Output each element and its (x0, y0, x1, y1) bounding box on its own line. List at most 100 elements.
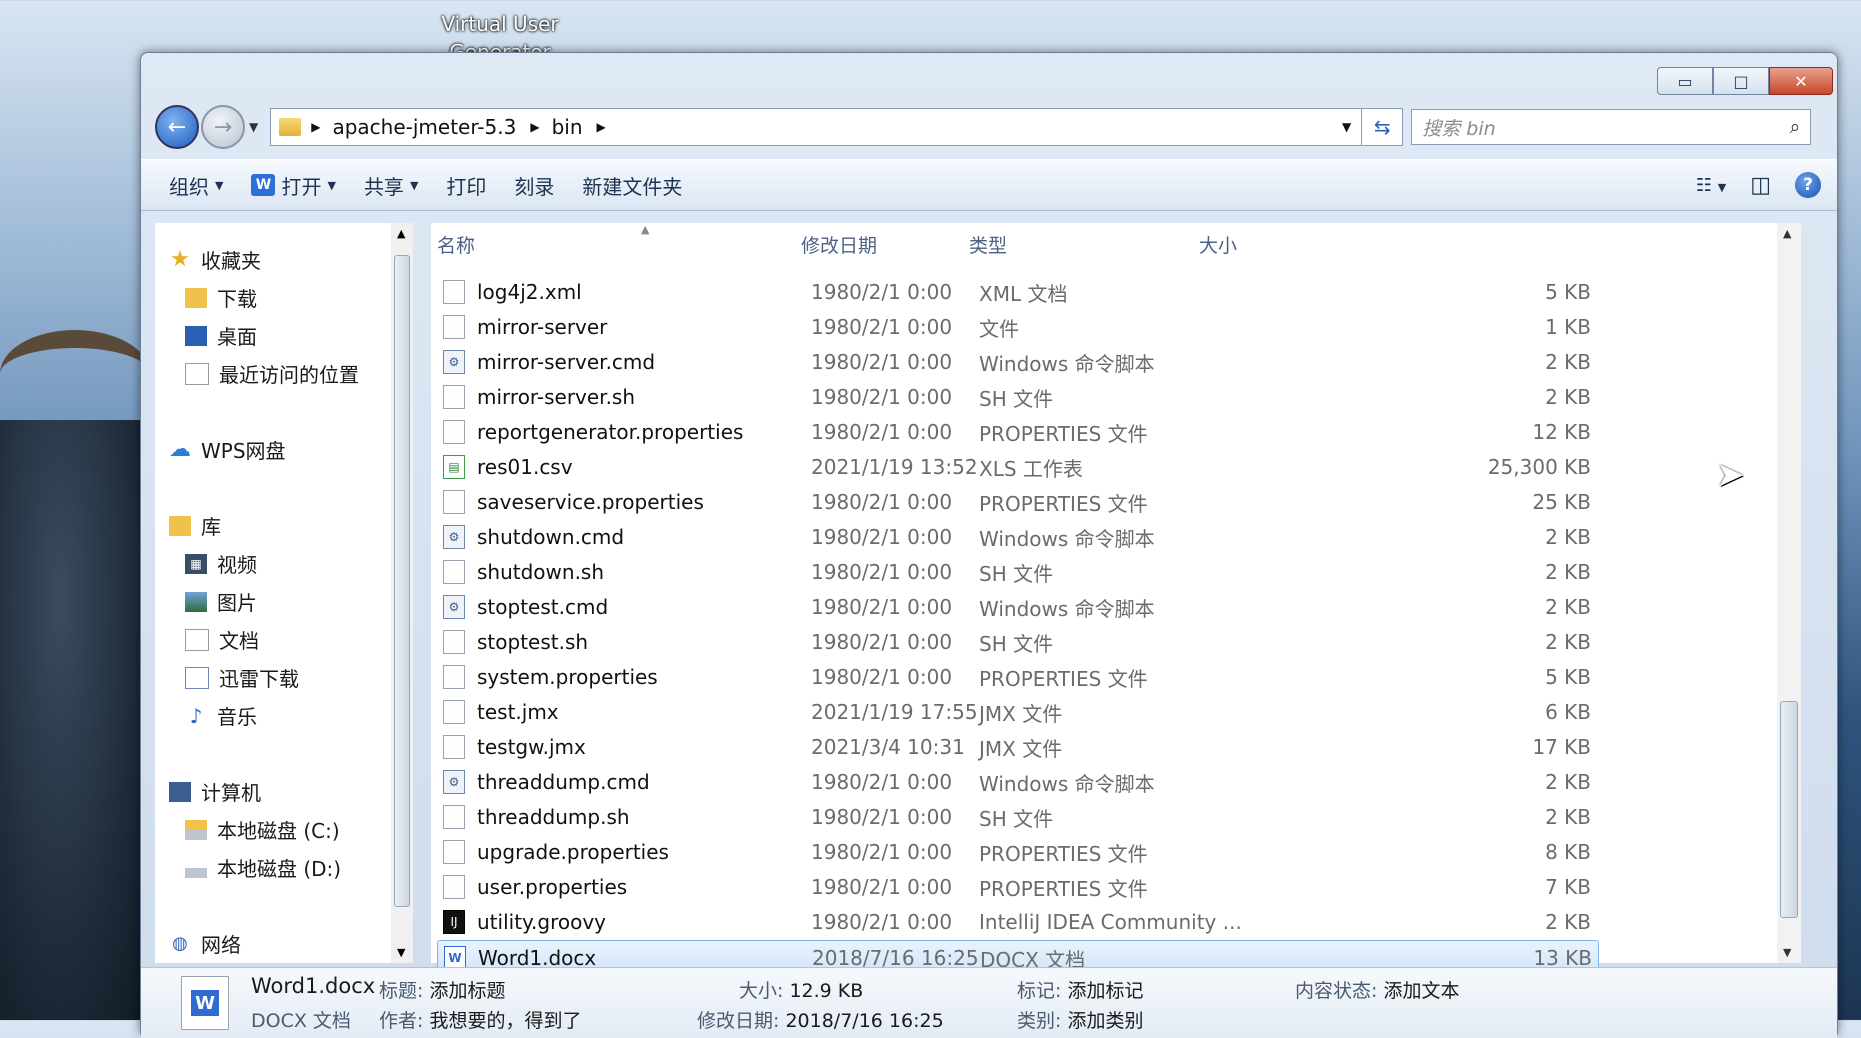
print-button[interactable]: 打印 (446, 171, 486, 200)
details-modified-value[interactable]: 2018/7/16 16:25 (785, 1010, 943, 1032)
forward-arrow-icon: → (213, 114, 233, 140)
file-row[interactable]: upgrade.properties 1980/2/1 0:00 PROPERTIE… (437, 835, 1597, 869)
column-size[interactable]: 大小 (1199, 231, 1237, 258)
breadcrumb-chevron-icon[interactable]: ▶ (530, 120, 539, 134)
file-row[interactable]: threaddump.sh 1980/2/1 0:00 SH 文件 2 KB (437, 800, 1597, 834)
file-list-scrollbar[interactable]: ▲ ▼ (1777, 223, 1801, 963)
search-input[interactable]: 搜索 bin ⌕ (1411, 109, 1812, 145)
nav-drive-d[interactable]: 本地磁盘 (D:) (185, 853, 341, 882)
nav-pictures[interactable]: 图片 (185, 587, 257, 616)
file-row[interactable]: test.jmx 2021/1/19 17:55 JMX 文件 6 KB (437, 695, 1597, 729)
nav-network[interactable]: ◍ 网络 (169, 929, 241, 958)
nav-favorites[interactable]: ★ 收藏夹 (169, 245, 261, 274)
details-tags-value[interactable]: 添加标记 (1067, 980, 1143, 1002)
file-type: PROPERTIES 文件 (979, 876, 1148, 901)
file-row[interactable]: ⚙ stoptest.cmd 1980/2/1 0:00 Windows 命令脚本 2 … (437, 590, 1597, 624)
file-date: 1980/2/1 0:00 (811, 525, 953, 549)
details-content-status-field[interactable]: 内容状态: 添加文本 (1295, 976, 1459, 1003)
file-row[interactable]: reportgenerator.properties 1980/2/1 0:00 P… (437, 415, 1597, 449)
nav-videos[interactable]: ▦ 视频 (185, 549, 257, 578)
breadcrumb-apache-jmeter[interactable]: apache-jmeter-5.3 (332, 115, 516, 139)
search-icon[interactable]: ⌕ (1790, 116, 1801, 138)
file-row[interactable]: mirror-server.sh 1980/2/1 0:00 SH 文件 2 KB (437, 380, 1597, 414)
details-size-field: 大小: 12.9 KB (739, 976, 863, 1003)
back-button[interactable]: ← (155, 105, 199, 149)
file-type: 文件 (979, 316, 1019, 341)
file-type: PROPERTIES 文件 (979, 841, 1148, 866)
preview-pane-icon[interactable]: ◫ (1750, 173, 1771, 198)
minimize-button[interactable]: ▭ (1657, 67, 1713, 95)
file-row[interactable]: ⚙ threaddump.cmd 1980/2/1 0:00 Windows 命令脚本… (437, 765, 1597, 799)
recent-pages-dropdown-icon[interactable]: ▼ (249, 120, 258, 134)
file-size: 6 KB (1545, 700, 1591, 724)
address-bar[interactable]: ▶ apache-jmeter-5.3 ▶ bin ▶ ▼ (270, 108, 1363, 146)
column-type[interactable]: 类型 (969, 231, 1007, 258)
scroll-up-icon[interactable]: ▲ (397, 227, 405, 240)
scroll-down-icon[interactable]: ▼ (1783, 946, 1791, 959)
file-date: 2021/1/19 13:52 (811, 455, 978, 479)
breadcrumb-chevron-icon[interactable]: ▶ (597, 120, 606, 134)
nav-recent-places[interactable]: 最近访问的位置 (185, 359, 359, 388)
column-date[interactable]: 修改日期 (801, 231, 877, 258)
nav-computer[interactable]: 计算机 (169, 777, 261, 806)
file-row[interactable]: user.properties 1980/2/1 0:00 PROPERTIES 文… (437, 870, 1597, 904)
help-icon[interactable]: ? (1795, 172, 1821, 198)
desktop-icon (185, 325, 207, 346)
file-row[interactable]: testgw.jmx 2021/3/4 10:31 JMX 文件 17 KB (437, 730, 1597, 764)
open-menu[interactable]: W 打开 ▼ (251, 171, 336, 200)
file-row[interactable]: system.properties 1980/2/1 0:00 PROPERTIES… (437, 660, 1597, 694)
nav-documents[interactable]: 文档 (185, 625, 259, 654)
scroll-up-icon[interactable]: ▲ (1783, 227, 1791, 240)
file-row[interactable]: IJ utility.groovy 1980/2/1 0:00 IntelliJ ID… (437, 905, 1597, 939)
nav-label: WPS网盘 (201, 439, 286, 463)
scrollbar-thumb[interactable] (1780, 701, 1798, 918)
details-title-field[interactable]: 标题: 添加标题 (379, 976, 505, 1003)
file-row[interactable]: ⚙ mirror-server.cmd 1980/2/1 0:00 Windows 命… (437, 345, 1597, 379)
nav-downloads[interactable]: 下载 (185, 283, 257, 312)
details-content-status-value[interactable]: 添加文本 (1383, 980, 1459, 1002)
details-category-value[interactable]: 添加类别 (1067, 1010, 1143, 1032)
file-row[interactable]: ▤ res01.csv 2021/1/19 13:52 XLS 工作表 25,300 K… (437, 450, 1597, 484)
breadcrumb-chevron-icon[interactable]: ▶ (311, 120, 320, 134)
details-author-value[interactable]: 我想要的，得到了 (429, 1010, 581, 1032)
close-button[interactable]: ✕ (1769, 67, 1833, 95)
address-dropdown-icon[interactable]: ▼ (1342, 120, 1351, 134)
details-tags-field[interactable]: 标记: 添加标记 (1017, 976, 1143, 1003)
column-name[interactable]: 名称 (437, 231, 475, 258)
file-size: 2 KB (1545, 910, 1591, 934)
file-row[interactable]: shutdown.sh 1980/2/1 0:00 SH 文件 2 KB (437, 555, 1597, 589)
file-file-icon (443, 700, 465, 724)
file-row[interactable]: saveservice.properties 1980/2/1 0:00 PROPE… (437, 485, 1597, 519)
organize-menu[interactable]: 组织 ▼ (169, 171, 223, 200)
refresh-button[interactable]: ⇆ (1362, 108, 1404, 146)
maximize-button[interactable]: □ (1713, 67, 1769, 95)
navigation-scrollbar[interactable]: ▲ ▼ (391, 223, 413, 963)
share-menu[interactable]: 共享 ▼ (364, 171, 418, 200)
nav-label: 本地磁盘 (D:) (217, 857, 342, 881)
scrollbar-thumb[interactable] (394, 255, 410, 907)
file-size: 7 KB (1545, 875, 1591, 899)
file-size: 17 KB (1532, 735, 1591, 759)
file-row[interactable]: log4j2.xml 1980/2/1 0:00 XML 文档 5 KB (437, 275, 1597, 309)
new-folder-label: 新建文件夹 (582, 174, 683, 199)
file-row[interactable]: mirror-server 1980/2/1 0:00 文件 1 KB (437, 310, 1597, 344)
scroll-down-icon[interactable]: ▼ (397, 946, 405, 959)
nav-libraries[interactable]: 库 (169, 511, 221, 540)
nav-label: 音乐 (217, 705, 257, 729)
nav-desktop[interactable]: 桌面 (185, 321, 257, 350)
forward-button[interactable]: → (201, 105, 245, 149)
details-title-value[interactable]: 添加标题 (429, 980, 505, 1002)
new-folder-button[interactable]: 新建文件夹 (582, 171, 682, 200)
nav-thunder-downloads[interactable]: 迅雷下载 (185, 663, 299, 692)
burn-button[interactable]: 刻录 (514, 171, 554, 200)
file-date: 1980/2/1 0:00 (811, 315, 953, 339)
view-options-icon[interactable]: ☷ ▼ (1696, 175, 1726, 196)
nav-wps-cloud[interactable]: ☁ WPS网盘 (169, 435, 286, 464)
file-row[interactable]: stoptest.sh 1980/2/1 0:00 SH 文件 2 KB (437, 625, 1597, 659)
file-size: 2 KB (1545, 350, 1591, 374)
breadcrumb-bin[interactable]: bin (552, 115, 583, 139)
file-type: XML 文档 (979, 281, 1068, 306)
nav-music[interactable]: ♪ 音乐 (185, 701, 257, 730)
nav-drive-c[interactable]: 本地磁盘 (C:) (185, 815, 340, 844)
file-row[interactable]: ⚙ shutdown.cmd 1980/2/1 0:00 Windows 命令脚本 2 … (437, 520, 1597, 554)
